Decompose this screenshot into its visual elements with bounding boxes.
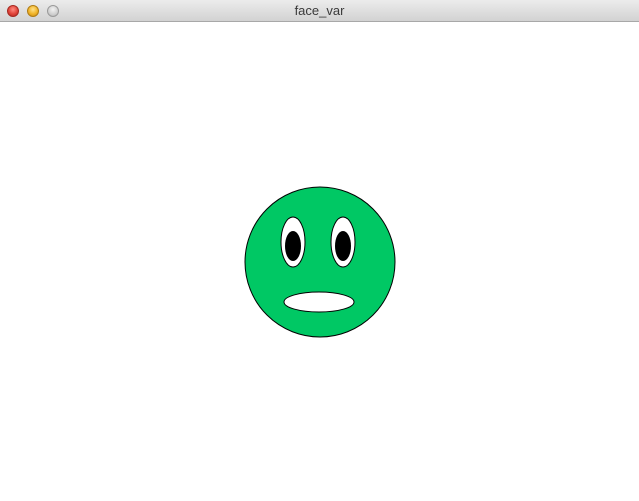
- face-circle: [244, 186, 396, 338]
- face-drawing: [244, 186, 396, 338]
- title-bar[interactable]: face_var: [0, 0, 639, 22]
- left-pupil: [285, 231, 301, 261]
- app-window: face_var: [0, 0, 639, 501]
- sketch-canvas: [0, 22, 639, 501]
- mouth: [283, 291, 355, 313]
- right-pupil: [335, 231, 351, 261]
- window-title: face_var: [294, 3, 345, 18]
